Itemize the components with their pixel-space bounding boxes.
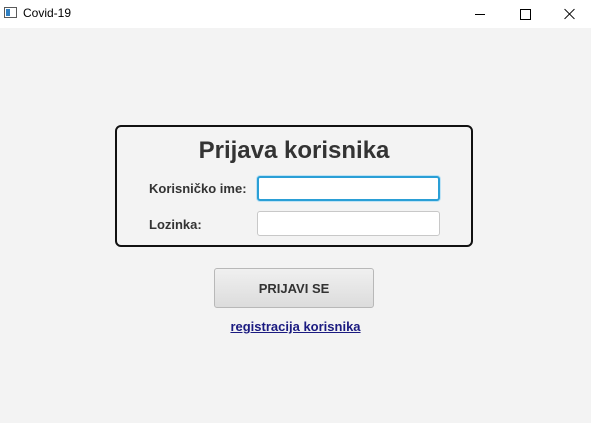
login-button[interactable]: PRIJAVI SE: [214, 268, 374, 308]
username-label: Korisničko ime:: [149, 181, 247, 196]
login-panel: Prijava korisnika Korisničko ime: Lozink…: [115, 125, 473, 247]
username-input[interactable]: [257, 176, 440, 201]
minimize-button[interactable]: [457, 0, 503, 28]
close-icon: [564, 8, 576, 20]
register-link[interactable]: registracija korisnika: [0, 319, 591, 334]
maximize-icon: [519, 8, 531, 20]
close-button[interactable]: [547, 0, 591, 28]
maximize-button[interactable]: [502, 0, 548, 28]
minimize-icon: [475, 13, 485, 15]
password-label: Lozinka:: [149, 217, 202, 232]
login-title: Prijava korisnika: [198, 137, 390, 164]
password-input[interactable]: [257, 211, 440, 236]
window-titlebar: Covid-19: [0, 0, 591, 28]
window-title: Covid-19: [23, 6, 72, 20]
app-window-icon: [4, 7, 17, 18]
